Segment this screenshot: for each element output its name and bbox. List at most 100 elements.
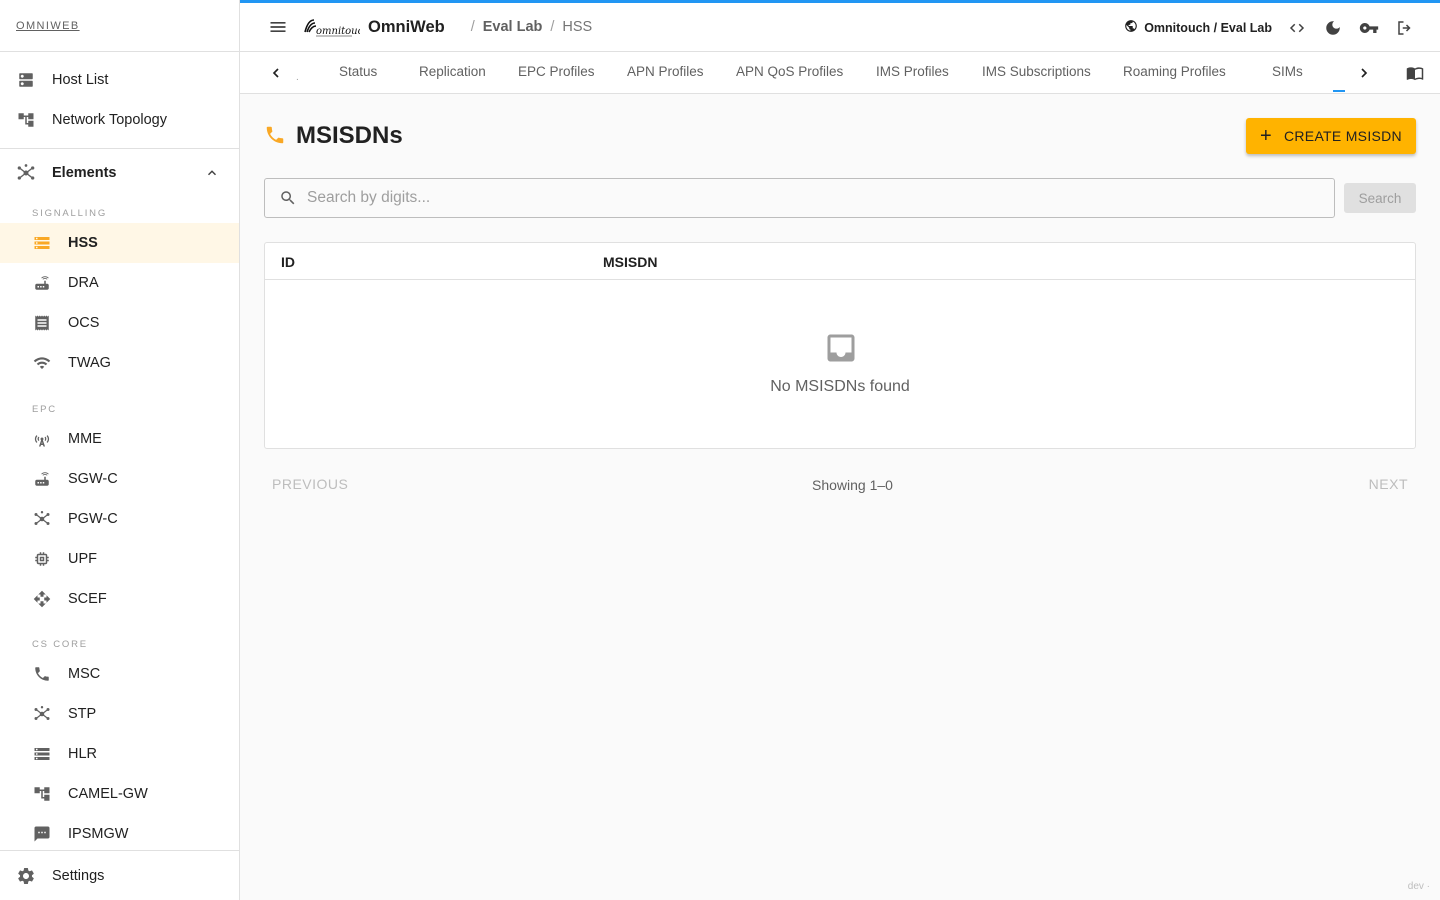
- sidebar-item-ipsmgw[interactable]: IPSMGW: [0, 814, 239, 854]
- sidebar-item-label: Network Topology: [52, 112, 167, 128]
- pagination-status: Showing 1–0: [812, 477, 893, 493]
- sidebar-item-host-list[interactable]: Host List: [0, 60, 239, 100]
- storage-icon: [32, 233, 52, 253]
- search-icon: [279, 189, 297, 207]
- sidebar-item-label: STP: [68, 706, 97, 722]
- sidebar-top-nav: Host List Network Topology: [0, 52, 239, 149]
- tab-status[interactable]: Status: [339, 64, 377, 79]
- hub-icon: [32, 509, 52, 529]
- tenant-selector[interactable]: Omnitouch / Eval Lab: [1124, 19, 1272, 36]
- sidebar-item-label: CAMEL-GW: [68, 786, 148, 802]
- sidebar-elements-label: Elements: [52, 165, 117, 181]
- sidebar-item-label: SGW-C: [68, 471, 118, 487]
- top-app-bar: omnitouch OmniWeb / Eval Lab / HSS Omnit…: [240, 0, 1440, 52]
- column-header-id[interactable]: ID: [281, 254, 295, 270]
- sidebar-brand: OMNIWEB: [0, 0, 239, 52]
- sidebar-item-dra[interactable]: DRA: [0, 263, 239, 303]
- cell-tower-icon: [32, 429, 52, 449]
- sidebar-item-twag[interactable]: TWAG: [0, 343, 239, 383]
- environment-label: dev ·: [1407, 881, 1430, 892]
- msisdn-table: ID MSISDN No MSISDNs found: [264, 242, 1416, 449]
- code-icon[interactable]: [1286, 17, 1308, 39]
- breadcrumb: / Eval Lab / HSS: [470, 19, 593, 35]
- sidebar-item-sgw-c[interactable]: SGW-C: [0, 459, 239, 499]
- chevron-up-icon[interactable]: [205, 166, 219, 184]
- sidebar-item-hss[interactable]: HSS: [0, 223, 239, 263]
- next-button[interactable]: NEXT: [1369, 476, 1408, 492]
- logout-icon[interactable]: [1394, 17, 1416, 39]
- storage-icon: [32, 744, 52, 764]
- sidebar-item-ocs[interactable]: OCS: [0, 303, 239, 343]
- tab-apn-qos-profiles[interactable]: APN QoS Profiles: [736, 64, 843, 79]
- section-label-epc: EPC: [32, 404, 57, 415]
- inbox-icon: [823, 330, 859, 371]
- gear-icon: [16, 866, 36, 886]
- create-msisdn-button[interactable]: + CREATE MSISDN: [1246, 118, 1416, 154]
- tab-ims-subscriptions[interactable]: IMS Subscriptions: [982, 64, 1091, 79]
- active-tab-indicator: [1333, 90, 1345, 92]
- sidebar-item-msc[interactable]: MSC: [0, 654, 239, 694]
- sidebar-item-label: SCEF: [68, 591, 107, 607]
- receipt-icon: [32, 313, 52, 333]
- key-icon[interactable]: [1358, 17, 1380, 39]
- sidebar-item-label: Host List: [52, 72, 109, 88]
- tab-replication[interactable]: Replication: [419, 64, 486, 79]
- sidebar-item-label: IPSMGW: [68, 826, 129, 842]
- section-label-signalling: SIGNALLING: [32, 208, 108, 219]
- create-msisdn-label: CREATE MSISDN: [1283, 128, 1402, 144]
- sidebar-item-hlr[interactable]: HLR: [0, 734, 239, 774]
- omnitouch-logo[interactable]: omnitouch: [302, 16, 360, 38]
- hub-icon: [32, 704, 52, 724]
- tenant-label: Omnitouch / Eval Lab: [1144, 20, 1272, 35]
- empty-state: No MSISDNs found: [265, 280, 1415, 448]
- dark-mode-icon[interactable]: [1322, 17, 1344, 39]
- plus-icon: +: [1260, 125, 1272, 147]
- breadcrumb-item-eval-lab[interactable]: Eval Lab: [483, 19, 543, 35]
- column-header-msisdn[interactable]: MSISDN: [603, 254, 657, 270]
- sidebar-item-label: MME: [68, 431, 102, 447]
- main-content: MSISDNs + CREATE MSISDN Search ID MSISDN…: [264, 94, 1416, 493]
- tab-overflow-dot: .: [296, 72, 299, 83]
- sidebar-item-label: PGW-C: [68, 511, 118, 527]
- sidebar-item-camel-gw[interactable]: CAMEL-GW: [0, 774, 239, 814]
- globe-icon: [1124, 19, 1138, 36]
- book-icon[interactable]: [1404, 62, 1426, 84]
- sidebar: OMNIWEB Host List Network Topology Eleme…: [0, 0, 240, 900]
- sidebar-item-mme[interactable]: MME: [0, 419, 239, 459]
- sidebar-item-stp[interactable]: STP: [0, 694, 239, 734]
- svg-text:omnitouch: omnitouch: [316, 26, 360, 37]
- previous-button[interactable]: PREVIOUS: [272, 476, 348, 492]
- tab-apn-profiles[interactable]: APN Profiles: [627, 64, 704, 79]
- search-button[interactable]: Search: [1344, 183, 1416, 213]
- dns-icon: [16, 70, 36, 90]
- account-tree-icon: [16, 110, 36, 130]
- hub-icon: [16, 163, 36, 183]
- app-name: OmniWeb: [368, 17, 445, 36]
- sidebar-item-scef[interactable]: SCEF: [0, 579, 239, 619]
- tab-roaming-profiles[interactable]: Roaming Profiles: [1123, 64, 1226, 79]
- phone-icon: [32, 664, 52, 684]
- sidebar-elements-group[interactable]: Elements: [0, 149, 239, 197]
- sidebar-item-label: OCS: [68, 315, 100, 331]
- search-input[interactable]: [307, 189, 1307, 207]
- empty-state-text: No MSISDNs found: [770, 378, 910, 395]
- tab-sims[interactable]: SIMs: [1272, 64, 1303, 79]
- sidebar-item-label: HLR: [68, 746, 98, 762]
- menu-icon[interactable]: [266, 15, 290, 39]
- page-header: MSISDNs + CREATE MSISDN: [264, 94, 1416, 178]
- chevron-right-icon[interactable]: [1352, 61, 1376, 85]
- sidebar-item-network-topology[interactable]: Network Topology: [0, 100, 239, 140]
- tab-ims-profiles[interactable]: IMS Profiles: [876, 64, 949, 79]
- memory-icon: [32, 549, 52, 569]
- table-header: ID MSISDN: [265, 243, 1415, 280]
- brand-link[interactable]: OMNIWEB: [16, 20, 80, 32]
- open-with-icon: [32, 589, 52, 609]
- sidebar-item-pgw-c[interactable]: PGW-C: [0, 499, 239, 539]
- tab-epc-profiles[interactable]: EPC Profiles: [518, 64, 595, 79]
- search-field[interactable]: [264, 178, 1335, 218]
- sidebar-item-settings[interactable]: Settings: [0, 850, 239, 900]
- section-label-cs-core: CS CORE: [32, 639, 88, 650]
- chevron-left-icon[interactable]: [264, 61, 288, 85]
- topbar-actions: Omnitouch / Eval Lab: [1124, 3, 1416, 52]
- sidebar-item-upf[interactable]: UPF: [0, 539, 239, 579]
